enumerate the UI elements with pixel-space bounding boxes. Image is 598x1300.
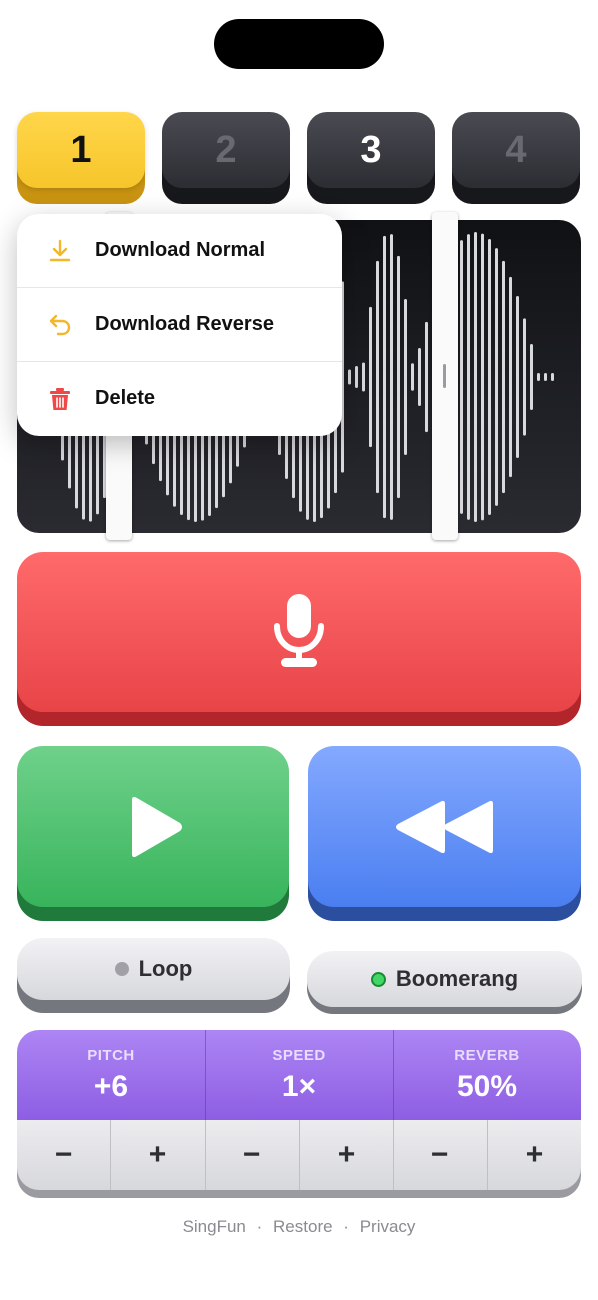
trash-icon (50, 387, 70, 410)
footer-app-link[interactable]: SingFun (183, 1217, 246, 1236)
reverb-label: REVERB (454, 1047, 520, 1064)
waveform-bar (495, 248, 498, 506)
waveform-bar (348, 369, 351, 385)
speed-decrease-button[interactable]: − (205, 1120, 298, 1190)
boomerang-toggle[interactable]: Boomerang (307, 951, 582, 1014)
waveform-bar (474, 232, 477, 522)
menu-item-label: Download Reverse (95, 313, 274, 335)
slot-tab-label: 4 (452, 112, 580, 188)
reverb-display: REVERB 50% (393, 1030, 581, 1120)
waveform-bar (411, 363, 414, 391)
microphone-icon (274, 594, 324, 667)
speed-increase-button[interactable]: + (300, 1120, 393, 1190)
handle-grip (443, 364, 446, 388)
slot-tab-label: 3 (307, 112, 435, 188)
waveform-bar (369, 306, 372, 448)
waveform-bar (376, 260, 379, 494)
speed-display: SPEED 1× (205, 1030, 393, 1120)
waveform-bar (425, 321, 428, 433)
pitch-value: +6 (93, 1070, 129, 1103)
waveform-bar (404, 299, 407, 455)
menu-item-label: Download Normal (95, 239, 266, 261)
waveform-bar (362, 362, 365, 392)
footer-restore-link[interactable]: Restore (273, 1217, 333, 1236)
waveform-bar (551, 373, 554, 381)
loop-indicator-dot (114, 962, 129, 976)
waveform-bar (509, 276, 512, 478)
effects-panel: PITCH +6 SPEED 1× REVERB 50% − + − + − + (17, 1030, 581, 1198)
menu-item-delete[interactable]: Delete (17, 362, 342, 435)
slot-tab-4[interactable]: 4 (452, 112, 580, 204)
menu-item-download-normal[interactable]: Download Normal (17, 214, 342, 287)
slot-tab-3[interactable]: 3 (307, 112, 435, 204)
footer-separator: · (343, 1217, 349, 1236)
waveform-bar (544, 373, 547, 381)
boomerang-indicator-dot (370, 971, 386, 987)
waveform-bar (390, 234, 393, 520)
dynamic-island (214, 19, 384, 69)
waveform-bar (530, 344, 533, 410)
waveform-bar (397, 255, 400, 499)
undo-arrow-icon (49, 314, 71, 335)
footer-privacy-link[interactable]: Privacy (360, 1217, 416, 1236)
loop-toggle[interactable]: Loop (17, 938, 290, 1013)
reverse-play-button[interactable] (308, 746, 581, 921)
play-button[interactable] (17, 746, 289, 921)
reverb-decrease-button[interactable]: − (393, 1120, 486, 1190)
waveform-bar (502, 260, 505, 494)
pitch-decrease-button[interactable]: − (17, 1120, 110, 1190)
button-face (17, 552, 581, 712)
waveform-bar (516, 296, 519, 458)
footer-separator: · (256, 1217, 263, 1236)
boomerang-label: Boomerang (395, 966, 519, 991)
pitch-increase-button[interactable]: + (111, 1120, 204, 1190)
slot-tab-2[interactable]: 2 (162, 112, 290, 204)
record-button[interactable] (17, 552, 581, 726)
toggle-face: Loop (17, 938, 290, 1000)
trim-handle-end[interactable] (432, 212, 458, 540)
menu-item-label: Delete (95, 387, 156, 409)
reverb-value: 50% (456, 1070, 518, 1103)
slot-tab-label: 2 (162, 112, 290, 188)
waveform-bar (418, 348, 421, 406)
button-face (308, 746, 581, 907)
speed-label: SPEED (272, 1047, 326, 1064)
loop-label: Loop (138, 956, 193, 981)
menu-item-download-reverse[interactable]: Download Reverse (17, 288, 342, 361)
toggle-face: Boomerang (307, 951, 582, 1007)
slot-tab-1[interactable]: 1 (17, 112, 145, 204)
waveform-bar (523, 318, 526, 436)
play-icon (132, 796, 182, 857)
waveform-bar (488, 239, 491, 515)
pitch-display: PITCH +6 (17, 1030, 205, 1120)
speed-value: 1× (281, 1070, 317, 1103)
pitch-label: PITCH (87, 1047, 135, 1064)
waveform-bar (537, 373, 540, 381)
waveform-bar (383, 235, 386, 519)
download-icon (49, 239, 71, 261)
waveform-bar (355, 366, 358, 388)
button-face (17, 746, 289, 907)
footer-links: SingFun · Restore · Privacy (0, 1217, 598, 1237)
slot-tab-label: 1 (17, 112, 145, 188)
waveform-bar (467, 234, 470, 520)
slot-context-menu: Download Normal Download Reverse Delete (17, 214, 342, 436)
rewind-icon (395, 800, 493, 853)
reverb-increase-button[interactable]: + (488, 1120, 581, 1190)
waveform-bar (481, 233, 484, 521)
waveform-bar (460, 240, 463, 514)
